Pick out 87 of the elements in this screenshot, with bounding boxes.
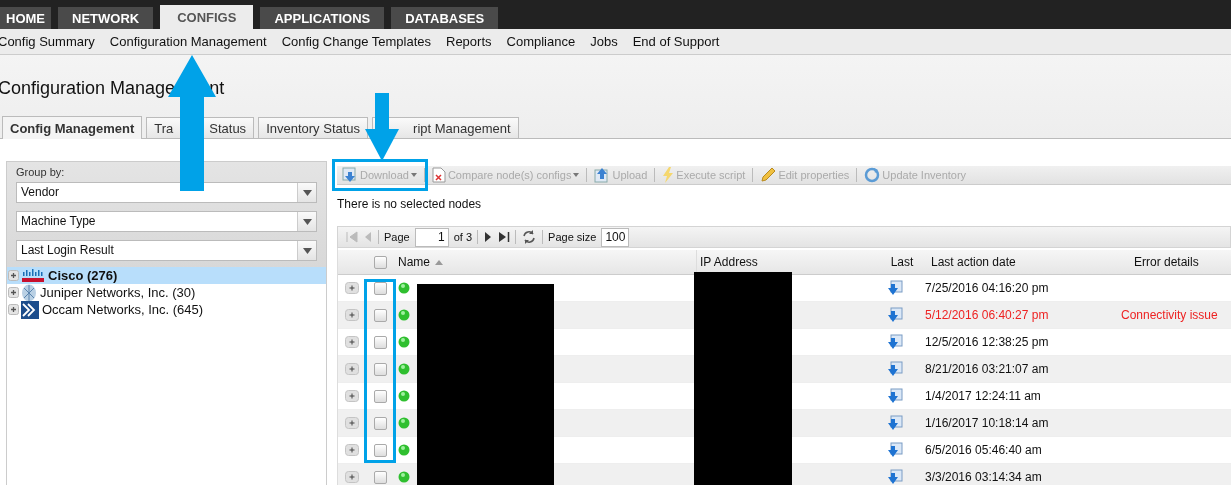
sub-nav-link[interactable]: Reports <box>446 34 492 49</box>
sort-ascending-icon <box>435 259 443 265</box>
expand-icon[interactable] <box>344 363 359 375</box>
page-count: of 3 <box>453 231 473 243</box>
tree-item[interactable]: Juniper Networks, Inc. (30) <box>7 284 326 301</box>
group-by-select[interactable]: Vendor <box>16 182 317 203</box>
nav-tab[interactable]: NETWORK <box>58 7 154 29</box>
column-header[interactable]: Last action date <box>928 250 1131 274</box>
caret-icon <box>573 173 580 178</box>
status-dot-icon <box>398 417 410 429</box>
download-icon <box>342 167 358 184</box>
expand-icon[interactable] <box>344 444 359 456</box>
selection-message: There is no selected nodes <box>337 196 483 214</box>
status-dot-icon <box>398 444 410 456</box>
status-dot-icon <box>398 309 410 321</box>
last-action-date: 1/16/2017 10:18:14 am <box>924 416 1050 430</box>
expand-icon[interactable] <box>344 471 359 483</box>
down-arrow-overlay <box>365 93 399 161</box>
expand-icon[interactable] <box>8 287 19 298</box>
select-all-checkbox[interactable] <box>373 255 387 269</box>
status-dot-icon <box>398 363 410 375</box>
status-dot-icon <box>398 282 410 294</box>
sub-nav-link[interactable]: Jobs <box>590 34 618 49</box>
sub-nav-link[interactable]: Compliance <box>506 34 576 49</box>
row-checkbox[interactable] <box>373 443 387 457</box>
nav-tab[interactable]: APPLICATIONS <box>260 7 385 29</box>
document-icon <box>431 167 446 184</box>
page-label: Page <box>384 231 410 243</box>
last-action-date: 8/21/2016 03:21:07 am <box>924 362 1050 376</box>
sub-nav-link[interactable]: End of Support <box>632 34 720 49</box>
group-by-select[interactable]: Machine Type <box>16 211 317 232</box>
nav-tab[interactable]: CONFIGS <box>160 5 254 29</box>
download-icon[interactable] <box>887 415 903 431</box>
download-icon[interactable] <box>887 307 903 323</box>
page-field[interactable]: 1 <box>414 227 449 247</box>
page-size-field[interactable]: 100 <box>601 227 630 247</box>
caret-icon <box>410 173 417 178</box>
group-by-select[interactable]: Last Login Result <box>16 240 317 261</box>
status-dot-icon <box>398 471 410 483</box>
nav-tab[interactable]: HOME <box>0 7 51 29</box>
row-checkbox[interactable] <box>373 362 387 376</box>
lightning-icon <box>662 167 675 184</box>
last-action-date: 6/5/2016 05:46:40 am <box>924 443 1043 457</box>
download-icon[interactable] <box>887 334 903 350</box>
last-page-icon[interactable] <box>498 231 511 243</box>
last-action-date: 1/4/2017 12:24:11 am <box>924 389 1042 403</box>
column-header[interactable]: Last <box>873 250 928 274</box>
status-dot-icon <box>398 390 410 402</box>
tab[interactable]: Inventory Status <box>258 117 369 138</box>
status-dot-icon <box>398 336 410 348</box>
sub-nav-link[interactable]: Configuration Management <box>109 34 267 49</box>
row-checkbox[interactable] <box>373 335 387 349</box>
last-action-date: 5/12/2016 06:40:27 pm <box>924 308 1050 322</box>
download-icon[interactable] <box>887 388 903 404</box>
download-icon[interactable] <box>887 361 903 377</box>
column-header[interactable]: Error details <box>1131 250 1231 274</box>
sub-nav-link[interactable]: Config Change Templates <box>281 34 431 49</box>
row-checkbox[interactable] <box>373 389 387 403</box>
group-by-label: Group by: <box>16 166 66 178</box>
row-checkbox[interactable] <box>373 308 387 322</box>
pencil-icon <box>760 167 777 184</box>
error-details: Connectivity issue <box>1121 308 1218 322</box>
expand-icon[interactable] <box>344 390 359 402</box>
last-action-date: 3/3/2016 03:14:34 am <box>924 470 1043 484</box>
expand-icon[interactable] <box>8 304 19 315</box>
tree-item[interactable]: Occam Networks, Inc. (645) <box>7 301 326 318</box>
expand-icon[interactable] <box>8 270 19 281</box>
refresh-icon[interactable] <box>521 229 538 245</box>
download-icon[interactable] <box>887 442 903 458</box>
tab[interactable]: Config Management <box>2 116 143 139</box>
expand-icon[interactable] <box>344 417 359 429</box>
nav-tab[interactable]: DATABASES <box>391 7 499 29</box>
download-icon[interactable] <box>887 280 903 296</box>
refresh-icon <box>864 167 881 184</box>
column-header[interactable]: Name <box>395 250 696 274</box>
expand-icon[interactable] <box>344 282 359 294</box>
vendor-logo-icon <box>21 300 39 319</box>
download-icon[interactable] <box>887 469 903 485</box>
row-checkbox[interactable] <box>373 416 387 430</box>
last-action-date: 12/5/2016 12:38:25 pm <box>924 335 1050 349</box>
expand-icon[interactable] <box>344 309 359 321</box>
upload-icon <box>594 167 611 184</box>
row-checkbox[interactable] <box>373 470 387 484</box>
expand-icon[interactable] <box>344 336 359 348</box>
last-action-date: 7/25/2016 04:16:20 pm <box>924 281 1050 295</box>
page-size-label: Page size <box>548 231 597 243</box>
tree-item[interactable]: Cisco (276) <box>7 267 326 284</box>
